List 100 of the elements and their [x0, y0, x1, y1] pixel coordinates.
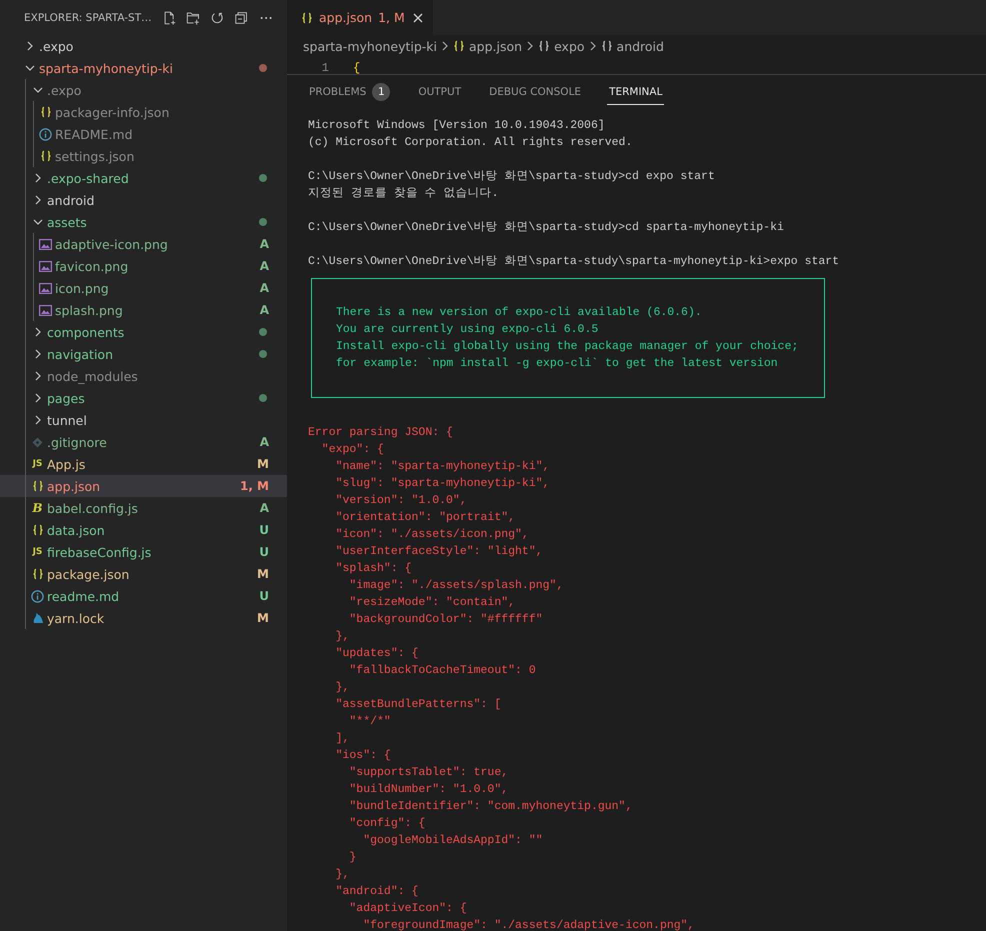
error-line: "image": "./assets/splash.png",: [348, 578, 564, 594]
chevron-right-icon: [26, 41, 32, 51]
folder-item[interactable]: pages: [0, 387, 287, 409]
breadcrumb-item[interactable]: app.json: [469, 38, 522, 54]
count-badge: 1: [372, 82, 390, 100]
error-line: "config": {: [348, 816, 426, 832]
git-status-label: 1, M: [240, 479, 269, 493]
chevron-right-icon: [590, 41, 596, 51]
folder-item[interactable]: .expo: [0, 79, 287, 101]
breadcrumb-item[interactable]: expo: [554, 38, 585, 54]
error-line: "backgroundColor": "#ffffff": [348, 612, 544, 628]
error-line: },: [334, 867, 350, 883]
folder-item[interactable]: android: [0, 189, 287, 211]
line-number: 1: [320, 60, 330, 74]
chevron-down-icon: [24, 65, 34, 71]
error-line: }: [348, 850, 358, 866]
git-status-label: A: [260, 259, 269, 273]
file-item[interactable]: yarn.lock M: [0, 607, 287, 629]
folder-item[interactable]: .expo: [0, 35, 287, 57]
file-item[interactable]: splash.png A: [0, 299, 287, 321]
notice-line: You are currently using expo-cli 6.0.5: [336, 322, 600, 338]
new-folder-icon[interactable]: [186, 10, 200, 26]
file-item[interactable]: JS App.js M: [0, 453, 287, 475]
code-line: {: [353, 60, 360, 74]
braces-icon: [40, 150, 52, 162]
braces-icon: [600, 40, 613, 52]
letter-icon: B: [32, 501, 43, 515]
folder-item[interactable]: node_modules: [0, 365, 287, 387]
error-line: "foregroundImage": "./assets/adaptive-icon.png",: [362, 918, 696, 931]
file-item[interactable]: package.json M: [0, 563, 287, 585]
folder-item[interactable]: components: [0, 321, 287, 343]
error-line: "splash": {: [334, 561, 413, 577]
error-line: ],: [334, 731, 350, 747]
notice-line: for example: `npm install -g expo-cli` to get the latest version: [336, 356, 779, 372]
file-item[interactable]: .gitignore A: [0, 431, 287, 453]
terminal-line: Microsoft Windows [Version 10.0.19043.2006]: [308, 118, 606, 134]
file-item[interactable]: readme.md U: [0, 585, 287, 607]
terminal-line: C:\Users\Owner\OneDrive\바탕 화면\sparta-study>cd expo start: [308, 169, 716, 185]
info-icon: [39, 128, 52, 140]
error-line: "supportsTablet": true,: [348, 765, 510, 781]
folder-item[interactable]: sparta-myhoneytip-ki: [0, 57, 287, 79]
editor-tab[interactable]: app.json 1, M: [287, 0, 433, 35]
chevron-down-icon: [32, 87, 42, 93]
git-status-label: A: [260, 303, 269, 317]
collapse-all-icon[interactable]: [234, 10, 249, 26]
error-line: "buildNumber": "1.0.0",: [348, 782, 510, 798]
file-item[interactable]: packager-info.json: [0, 101, 287, 123]
file-item[interactable]: app.json 1, M: [0, 475, 287, 497]
chevron-right-icon: [527, 41, 534, 51]
error-line: "orientation": "portrait",: [334, 510, 516, 526]
file-item[interactable]: favicon.png A: [0, 255, 287, 277]
git-status-label: U: [259, 523, 269, 537]
close-icon[interactable]: [410, 10, 425, 24]
breadcrumb-item[interactable]: android: [616, 38, 664, 54]
terminal-line: 지정된 경로를 찾을 수 없습니다.: [308, 186, 500, 202]
terminal-line: C:\Users\Owner\OneDrive\바탕 화면\sparta-study\sparta-myhoneytip-ki>expo start: [308, 254, 840, 270]
git-status-label: M: [257, 457, 269, 471]
explorer-title: EXPLORER: SPARTA-ST…: [24, 12, 152, 24]
git-status-label: M: [257, 611, 269, 625]
file-item[interactable]: README.md: [0, 123, 287, 145]
diamond-icon: [32, 436, 43, 448]
braces-icon: [40, 106, 52, 118]
git-status-label: A: [260, 281, 269, 295]
file-item[interactable]: JS firebaseConfig.js U: [0, 541, 287, 563]
braces-icon: [32, 480, 44, 492]
error-line: "adaptiveIcon": {: [348, 901, 468, 917]
git-status-label: A: [260, 237, 269, 251]
file-item[interactable]: adaptive-icon.png A: [0, 233, 287, 255]
image-icon: [39, 282, 52, 294]
js-icon: JS: [32, 459, 42, 469]
panel-tab[interactable]: PROBLEMS 1: [307, 76, 392, 108]
folder-item[interactable]: tunnel: [0, 409, 287, 431]
notice-line: There is a new version of expo-cli available (6.0.6).: [336, 305, 703, 321]
braces-icon: [32, 524, 44, 536]
breadcrumb-item[interactable]: sparta-myhoneytip-ki: [303, 38, 438, 54]
error-line: "slug": "sparta-myhoneytip-ki",: [334, 476, 551, 492]
file-item[interactable]: settings.json: [0, 145, 287, 167]
file-item[interactable]: data.json U: [0, 519, 287, 541]
notice-line: Install expo-cli globally using the package manager of your choice;: [336, 339, 798, 355]
git-status-label: U: [259, 545, 269, 559]
panel-tab[interactable]: DEBUG CONSOLE: [487, 80, 584, 104]
braces-icon: [32, 568, 44, 580]
chevron-down-icon: [32, 219, 42, 225]
file-item[interactable]: icon.png A: [0, 277, 287, 299]
info-icon: [31, 590, 44, 602]
braces-icon: [453, 40, 466, 52]
folder-item[interactable]: navigation: [0, 343, 287, 365]
error-line: "googleMobileAdsAppId": "": [362, 833, 544, 849]
new-file-icon[interactable]: [162, 10, 176, 26]
image-icon: [39, 260, 52, 272]
error-line: },: [334, 629, 350, 645]
braces-icon: [301, 12, 313, 24]
folder-item[interactable]: assets: [0, 211, 287, 233]
git-status-label: A: [260, 435, 269, 449]
file-item[interactable]: B babel.config.js A: [0, 497, 287, 519]
folder-item[interactable]: .expo-shared: [0, 167, 287, 189]
panel-tab[interactable]: OUTPUT: [416, 80, 464, 104]
error-line: "userInterfaceStyle": "light",: [334, 544, 544, 560]
panel-tab[interactable]: TERMINAL: [607, 80, 664, 104]
error-line: "ios": {: [334, 748, 392, 764]
